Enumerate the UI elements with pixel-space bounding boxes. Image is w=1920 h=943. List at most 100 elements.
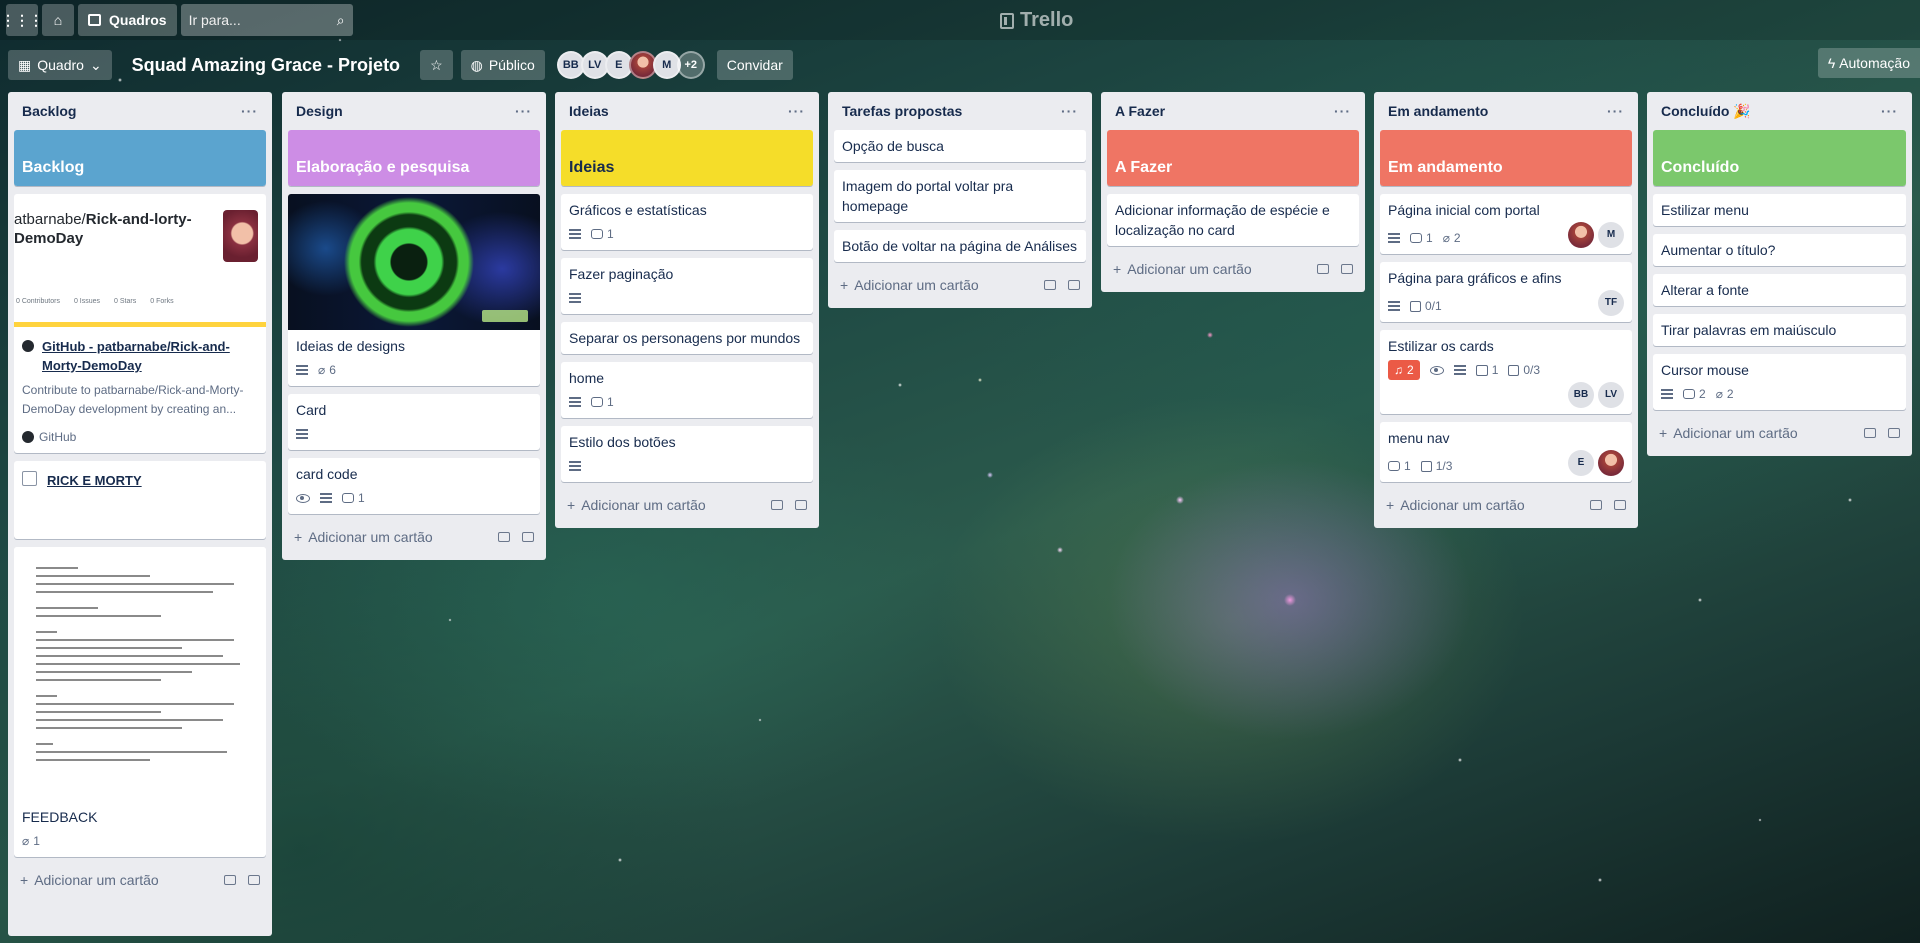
comments-badge: 1 [1410, 228, 1433, 248]
list-menu-icon[interactable]: ··· [1881, 103, 1898, 119]
card-cover-a-fazer[interactable]: A Fazer [1107, 130, 1359, 186]
list-menu-icon[interactable]: ··· [1061, 103, 1078, 119]
card-imagem-portal[interactable]: Imagem do portal voltar pra homepage [834, 170, 1086, 222]
template-icon[interactable] [1068, 280, 1080, 290]
more-members-button[interactable]: +2 [676, 51, 705, 79]
card-card[interactable]: Card [288, 394, 540, 450]
card-member-avatar[interactable]: TF [1598, 290, 1624, 316]
add-card-button[interactable]: + Adicionar um cartão [840, 277, 979, 293]
boards-icon [88, 14, 101, 26]
boards-button[interactable]: Quadros [78, 4, 177, 36]
card-title: Fazer paginação [569, 266, 674, 282]
template-icon[interactable] [1614, 500, 1626, 510]
camera-icon[interactable] [1044, 280, 1056, 290]
invite-button[interactable]: Convidar [716, 50, 793, 80]
card-member-avatar[interactable] [1568, 222, 1594, 248]
star-button[interactable]: ☆ [420, 50, 453, 80]
apps-grid-icon[interactable]: ⋮⋮⋮ [1, 4, 43, 36]
card-tirar-palavras[interactable]: Tirar palavras em maiúsculo [1653, 314, 1906, 346]
list-menu-icon[interactable]: ··· [515, 103, 532, 119]
feedback-card[interactable]: FEEDBACK ⌀ 1 [14, 547, 266, 857]
search-box[interactable]: ⌕ [180, 4, 353, 36]
github-link-card[interactable]: atbarnabe/Rick-and-lorty-DemoDay 0 Contr… [14, 194, 266, 453]
template-icon[interactable] [1341, 264, 1353, 274]
github-link-row: GitHub - patbarnabe/Rick-and-Morty-DemoD… [22, 337, 258, 375]
card-aumentar-titulo[interactable]: Aumentar o título? [1653, 234, 1906, 266]
card-cursor-mouse[interactable]: Cursor mouse 2 ⌀ 2 [1653, 354, 1906, 410]
github-link[interactable]: GitHub - patbarnabe/Rick-and-Morty-DemoD… [42, 337, 258, 375]
plus-icon: + [1659, 425, 1668, 441]
list-title[interactable]: Backlog [22, 103, 76, 119]
trello-logo[interactable]: Trello [1000, 9, 1073, 32]
card-member-avatar[interactable]: M [1598, 222, 1624, 248]
camera-icon[interactable] [771, 500, 783, 510]
camera-icon[interactable] [498, 532, 510, 542]
card-cover-concluido[interactable]: Concluído [1653, 130, 1906, 186]
card-estilizar-cards[interactable]: Estilizar os cards ♫ 2 1 0/3 BB LV [1380, 330, 1632, 414]
list-menu-icon[interactable]: ··· [1334, 103, 1351, 119]
card-member-avatar[interactable]: E [1568, 450, 1594, 476]
plus-icon: + [294, 529, 303, 545]
card-separar-personagens[interactable]: Separar os personagens por mundos [561, 322, 813, 354]
card-cover-em-andamento[interactable]: Em andamento [1380, 130, 1632, 186]
visibility-button[interactable]: ◍ Público [460, 50, 545, 80]
list-menu-icon[interactable]: ··· [241, 103, 258, 119]
card-pagina-inicial[interactable]: Página inicial com portal 1 ⌀ 2 M [1380, 194, 1632, 254]
add-card-button[interactable]: + Adicionar um cartão [1659, 425, 1798, 441]
card-ideias-designs[interactable]: Ideias de designs ⌀ 6 [288, 194, 540, 386]
template-icon[interactable] [248, 875, 260, 885]
card-menu-nav[interactable]: menu nav 1 1/3 E [1380, 422, 1632, 482]
card-botao-voltar[interactable]: Botão de voltar na página de Análises [834, 230, 1086, 262]
camera-icon[interactable] [1864, 428, 1876, 438]
list-menu-icon[interactable]: ··· [1607, 103, 1624, 119]
card-adicionar-informacao[interactable]: Adicionar informação de espécie e locali… [1107, 194, 1359, 246]
card-member-avatar[interactable] [1598, 450, 1624, 476]
automation-button[interactable]: ϟ Automação [1817, 48, 1920, 78]
card-member-avatar[interactable]: BB [1568, 382, 1594, 408]
card-estilo-botoes[interactable]: Estilo dos botões [561, 426, 813, 482]
watch-icon [296, 493, 310, 503]
add-card-button[interactable]: + Adicionar um cartão [1113, 261, 1252, 277]
home-icon[interactable]: ⌂ [42, 4, 74, 36]
view-switcher-button[interactable]: ▦ Quadro ⌄ [8, 50, 112, 80]
camera-icon[interactable] [224, 875, 236, 885]
add-card-button[interactable]: + Adicionar um cartão [20, 872, 159, 888]
camera-icon[interactable] [1317, 264, 1329, 274]
attachment-badge: ⌀ 1 [22, 831, 40, 851]
rick-morty-link-card[interactable]: RICK E MORTY [14, 461, 266, 539]
board-title[interactable]: Squad Amazing Grace - Projeto [120, 55, 412, 76]
card-alterar-fonte[interactable]: Alterar a fonte [1653, 274, 1906, 306]
card-home[interactable]: home 1 [561, 362, 813, 418]
search-input[interactable] [188, 12, 319, 28]
template-icon[interactable] [522, 532, 534, 542]
add-card-button[interactable]: + Adicionar um cartão [294, 529, 433, 545]
template-icon[interactable] [795, 500, 807, 510]
list-header: A Fazer ··· [1107, 92, 1359, 130]
add-card-button[interactable]: + Adicionar um cartão [1386, 497, 1525, 513]
card-card-code[interactable]: card code 1 [288, 458, 540, 514]
list-title[interactable]: Tarefas propostas [842, 103, 962, 119]
camera-icon[interactable] [1590, 500, 1602, 510]
list-title[interactable]: Em andamento [1388, 103, 1488, 119]
card-pagina-graficos[interactable]: Página para gráficos e afins 0/1 TF [1380, 262, 1632, 322]
list-title[interactable]: Ideias [569, 103, 609, 119]
list-title[interactable]: A Fazer [1115, 103, 1165, 119]
add-card-button[interactable]: + Adicionar um cartão [567, 497, 706, 513]
template-icon[interactable] [1888, 428, 1900, 438]
card-estilizar-menu[interactable]: Estilizar menu [1653, 194, 1906, 226]
card-opcao-busca[interactable]: Opção de busca [834, 130, 1086, 162]
card-member-avatar[interactable]: LV [1598, 382, 1624, 408]
rick-morty-link[interactable]: RICK E MORTY [47, 471, 142, 491]
list-title[interactable]: Design [296, 103, 343, 119]
card-cover-backlog[interactable]: Backlog [14, 130, 266, 186]
card-cover-design[interactable]: Elaboração e pesquisa [288, 130, 540, 186]
comment-icon [1683, 389, 1695, 399]
card-paginacao[interactable]: Fazer paginação [561, 258, 813, 314]
card-graficos[interactable]: Gráficos e estatísticas 1 [561, 194, 813, 250]
list-menu-icon[interactable]: ··· [788, 103, 805, 119]
search-icon[interactable]: ⌕ [337, 12, 345, 29]
card-title: Aumentar o título? [1661, 242, 1776, 258]
card-cover-ideias[interactable]: Ideias [561, 130, 813, 186]
list-title[interactable]: Concluído 🎉 [1661, 103, 1751, 120]
checkbox[interactable] [22, 471, 37, 486]
